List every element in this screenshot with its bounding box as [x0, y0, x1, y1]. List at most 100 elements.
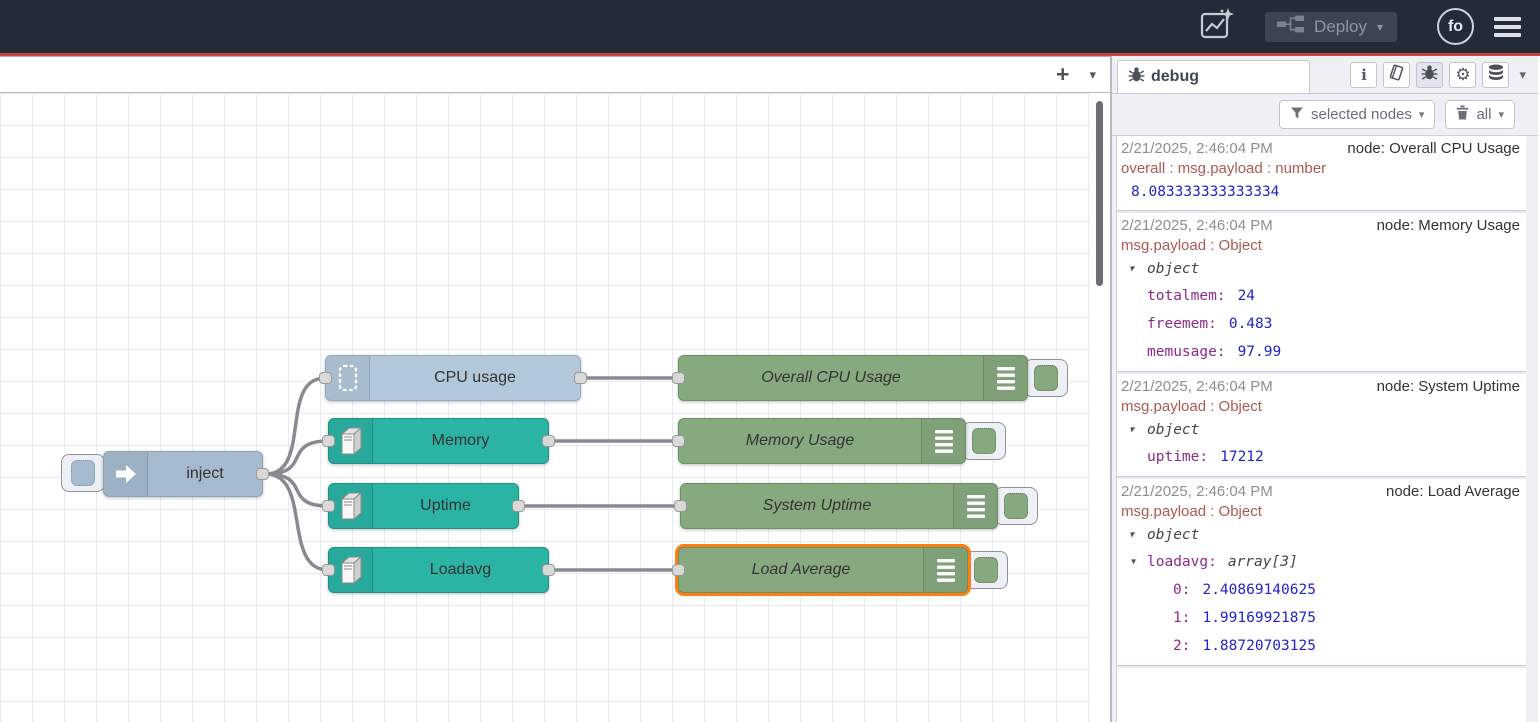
message-timestamp: 2/21/2025, 2:46:04 PM	[1121, 482, 1273, 502]
caret-down-icon: ▾	[1498, 108, 1504, 121]
info-icon: i	[1361, 66, 1367, 84]
node-system-uptime[interactable]: System Uptime	[680, 483, 998, 529]
node-label: Loadavg	[373, 548, 548, 592]
message-meta: overall : msg.payload : number	[1121, 159, 1520, 179]
tab-debug[interactable]: debug	[1117, 60, 1310, 93]
debug-message: 2/21/2025, 2:46:04 PM node: Overall CPU …	[1117, 136, 1526, 211]
node-label: System Uptime	[681, 484, 953, 528]
canvas-vertical-scrollbar[interactable]	[1096, 101, 1103, 286]
input-port[interactable]	[319, 372, 332, 384]
node-load-average[interactable]: Load Average	[678, 547, 968, 593]
flow-list-button[interactable]: ▾	[1089, 67, 1096, 83]
wires-layer	[0, 93, 1110, 722]
input-port[interactable]	[674, 500, 687, 512]
input-port[interactable]	[322, 435, 335, 447]
node-uptime[interactable]: Uptime	[328, 483, 519, 529]
flow-tab-bar: + ▾	[0, 56, 1110, 93]
workspace-grid[interactable]: inject CPU usage	[0, 93, 1110, 722]
expand-caret-icon[interactable]: ▾	[1129, 264, 1134, 275]
input-port[interactable]	[672, 435, 685, 447]
computer-tower-icon	[329, 484, 373, 528]
node-label: Uptime	[373, 484, 518, 528]
user-avatar[interactable]: fo	[1437, 8, 1474, 45]
message-timestamp: 2/21/2025, 2:46:04 PM	[1121, 377, 1273, 397]
deploy-button[interactable]: Deploy ▾	[1265, 12, 1397, 42]
node-memory[interactable]: Memory	[328, 418, 549, 464]
sidebar-config-button[interactable]: ⚙	[1449, 62, 1476, 88]
debug-list-icon	[921, 419, 965, 463]
inject-trigger-button[interactable]	[61, 454, 105, 492]
debug-toggle-button[interactable]	[964, 551, 1008, 589]
message-meta: msg.payload : Object	[1121, 397, 1520, 417]
sidebar-more-tabs-button[interactable]: ▾	[1515, 67, 1530, 83]
book-icon	[1388, 64, 1405, 86]
node-label: Load Average	[679, 548, 923, 592]
database-icon	[1487, 64, 1505, 86]
trash-icon	[1456, 105, 1469, 124]
computer-tower-icon	[329, 548, 373, 592]
hamburger-icon	[1494, 17, 1521, 21]
wire[interactable]	[266, 474, 328, 506]
debug-clear-button[interactable]: all ▾	[1445, 100, 1515, 129]
debug-filter-label: selected nodes	[1311, 106, 1412, 123]
message-meta: msg.payload : Object	[1121, 502, 1520, 522]
message-source-node[interactable]: node: Load Average	[1380, 482, 1520, 502]
object-entry: memusage:97.99	[1121, 338, 1520, 366]
message-timestamp: 2/21/2025, 2:46:04 PM	[1121, 139, 1273, 159]
sidebar-debug-button[interactable]	[1416, 62, 1443, 88]
wire[interactable]	[266, 441, 328, 474]
sidebar-help-button[interactable]	[1383, 62, 1410, 88]
deploy-caret-icon[interactable]: ▾	[1377, 20, 1383, 34]
output-port[interactable]	[512, 500, 525, 512]
node-overall-cpu-usage[interactable]: Overall CPU Usage	[678, 355, 1028, 401]
expand-caret-icon[interactable]: ▾	[1129, 425, 1134, 436]
output-port[interactable]	[542, 435, 555, 447]
caret-down-icon: ▾	[1419, 108, 1425, 121]
message-source-node[interactable]: node: Overall CPU Usage	[1341, 139, 1520, 159]
node-label: Memory	[373, 419, 548, 463]
message-source-node[interactable]: node: Memory Usage	[1371, 216, 1520, 236]
object-entry: uptime:17212	[1121, 443, 1520, 471]
debug-toggle-button[interactable]	[962, 422, 1006, 460]
debug-message: 2/21/2025, 2:46:04 PM node: Memory Usage…	[1117, 213, 1526, 372]
sidebar-context-button[interactable]	[1482, 62, 1509, 88]
array-item: 2:1.88720703125	[1121, 632, 1520, 660]
node-loadavg[interactable]: Loadavg	[328, 547, 549, 593]
message-value: 8.083333333333334	[1121, 179, 1520, 205]
node-inject[interactable]: inject	[103, 451, 263, 497]
add-flow-button[interactable]: +	[1056, 63, 1069, 86]
debug-list-icon	[953, 484, 997, 528]
main-menu-button[interactable]	[1494, 17, 1521, 37]
debug-toggle-button[interactable]	[1024, 359, 1068, 397]
debug-filter-button[interactable]: selected nodes ▾	[1279, 100, 1435, 129]
expand-caret-icon[interactable]: ▾	[1129, 530, 1134, 541]
node-cpu-usage[interactable]: CPU usage	[325, 355, 581, 401]
object-root: object	[1147, 422, 1199, 438]
sidebar-tab-bar: debug i	[1112, 56, 1538, 94]
cpu-chip-icon	[326, 356, 370, 400]
inject-arrow-icon	[104, 452, 148, 496]
input-port[interactable]	[672, 564, 685, 576]
export-image-icon	[1199, 7, 1235, 46]
array-type: array[3]	[1228, 554, 1298, 570]
sidebar-info-button[interactable]: i	[1350, 62, 1377, 88]
input-port[interactable]	[322, 500, 335, 512]
sidebar: debug i	[1112, 56, 1538, 722]
computer-tower-icon	[329, 419, 373, 463]
flow-canvas: + ▾ i	[0, 56, 1112, 722]
expand-caret-icon[interactable]: ▾	[1131, 557, 1136, 568]
debug-toggle-button[interactable]	[994, 487, 1038, 525]
input-port[interactable]	[672, 372, 685, 384]
object-entry: freemem:0.483	[1121, 310, 1520, 338]
message-meta: msg.payload : Object	[1121, 236, 1520, 256]
input-port[interactable]	[322, 564, 335, 576]
array-entry-header: ▾ loadavg: array[3]	[1121, 548, 1520, 576]
message-timestamp: 2/21/2025, 2:46:04 PM	[1121, 216, 1273, 236]
output-port[interactable]	[256, 468, 269, 480]
export-image-button[interactable]	[1199, 7, 1235, 46]
output-port[interactable]	[574, 372, 587, 384]
node-memory-usage[interactable]: Memory Usage	[678, 418, 966, 464]
message-source-node[interactable]: node: System Uptime	[1371, 377, 1520, 397]
deploy-label: Deploy	[1314, 17, 1367, 37]
output-port[interactable]	[542, 564, 555, 576]
